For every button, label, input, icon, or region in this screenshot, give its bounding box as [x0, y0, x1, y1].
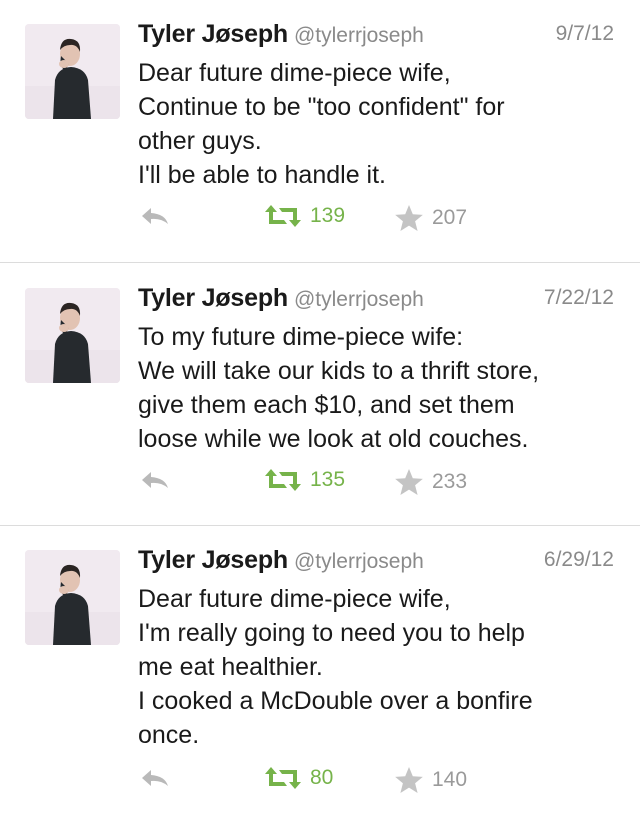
- author-name[interactable]: Tyler Jøseph: [138, 20, 288, 48]
- retweet-button[interactable]: 80: [264, 766, 333, 790]
- tweet-1[interactable]: Tyler Jøseph @tylerrjoseph 9/7/12 Dear fu…: [0, 0, 640, 262]
- tweet-date[interactable]: 6/29/12: [544, 548, 614, 572]
- reply-button[interactable]: [139, 204, 171, 228]
- retweet-button[interactable]: 135: [264, 468, 345, 492]
- tweet-text-line: Dear future dime-piece wife,: [138, 59, 451, 87]
- profile-photo: [25, 288, 120, 383]
- favorite-count: 233: [432, 470, 468, 493]
- tweet-text-line: loose while we look at old couches.: [138, 425, 529, 453]
- tweet-actions: 139 207: [0, 204, 640, 236]
- retweet-button[interactable]: 139: [264, 204, 345, 228]
- reply-arrow-icon: [142, 472, 168, 488]
- tweet-actions: 80 140: [0, 766, 640, 798]
- reply-button[interactable]: [139, 766, 171, 790]
- tweet-header: Tyler Jøseph @tylerrjoseph 9/7/12: [138, 20, 614, 54]
- tweet-text-line: I'll be able to handle it.: [138, 161, 386, 189]
- tweet-actions: 135 233: [0, 468, 640, 500]
- favorite-button[interactable]: 233: [394, 468, 467, 496]
- star-icon: [395, 767, 423, 793]
- tweet-header: Tyler Jøseph @tylerrjoseph 7/22/12: [138, 284, 614, 318]
- retweet-count: 139: [310, 204, 346, 227]
- tweet-2[interactable]: Tyler Jøseph @tylerrjoseph 7/22/12 To my …: [0, 263, 640, 525]
- tweet-3[interactable]: Tyler Jøseph @tylerrjoseph 6/29/12 Dear f…: [0, 526, 640, 822]
- tweet-text-line: I cooked a McDouble over a bonfire: [138, 687, 533, 715]
- reply-arrow-icon: [142, 770, 168, 786]
- avatar[interactable]: [25, 24, 120, 119]
- author-handle[interactable]: @tylerrjoseph: [294, 288, 424, 311]
- tweet-text: Dear future dime-piece wife, I'm really …: [138, 582, 620, 752]
- star-icon: [395, 205, 423, 231]
- tweet-text-line: Continue to be "too confident" for: [138, 93, 505, 121]
- retweet-icon: [265, 767, 301, 789]
- reply-arrow-icon: [142, 208, 168, 224]
- author-name[interactable]: Tyler Jøseph: [138, 284, 288, 312]
- favorite-button[interactable]: 140: [394, 766, 467, 794]
- tweet-date[interactable]: 7/22/12: [544, 286, 614, 310]
- profile-photo: [25, 550, 120, 645]
- tweet-text-line: To my future dime-piece wife:: [138, 323, 464, 351]
- favorite-count: 140: [432, 768, 468, 791]
- tweet-text-line: We will take our kids to a thrift store,: [138, 357, 540, 385]
- favorite-button[interactable]: 207: [394, 204, 467, 232]
- avatar[interactable]: [25, 550, 120, 645]
- tweet-text: Dear future dime-piece wife, Continue to…: [138, 56, 620, 192]
- avatar[interactable]: [25, 288, 120, 383]
- reply-button[interactable]: [139, 468, 171, 492]
- tweet-date[interactable]: 9/7/12: [556, 22, 614, 46]
- favorite-count: 207: [432, 206, 468, 229]
- tweet-text-line: Dear future dime-piece wife,: [138, 585, 451, 613]
- author-handle[interactable]: @tylerrjoseph: [294, 550, 424, 573]
- tweet-text-line: give them each $10, and set them: [138, 391, 515, 419]
- tweet-text-line: other guys.: [138, 127, 262, 155]
- tweet-text-line: once.: [138, 721, 200, 749]
- retweet-icon: [265, 205, 301, 227]
- profile-photo: [25, 24, 120, 119]
- star-icon: [395, 469, 423, 495]
- retweet-count: 135: [310, 468, 346, 491]
- tweet-header: Tyler Jøseph @tylerrjoseph 6/29/12: [138, 546, 614, 580]
- tweet-text-line: me eat healthier.: [138, 653, 323, 681]
- author-name[interactable]: Tyler Jøseph: [138, 546, 288, 574]
- tweet-text: To my future dime-piece wife: We will ta…: [138, 320, 620, 456]
- retweet-count: 80: [310, 766, 334, 789]
- author-handle[interactable]: @tylerrjoseph: [294, 24, 424, 47]
- tweet-text-line: I'm really going to need you to help: [138, 619, 525, 647]
- retweet-icon: [265, 469, 301, 491]
